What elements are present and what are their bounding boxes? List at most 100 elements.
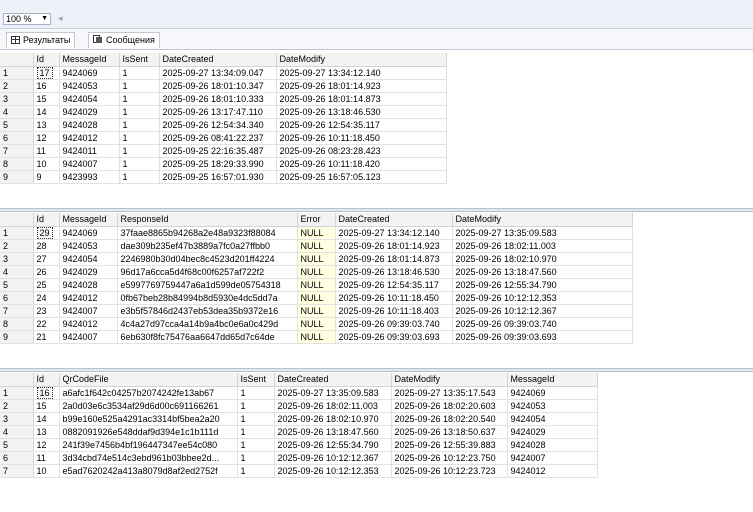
table-cell[interactable]: 2025-09-26 18:01:10.347 [159,79,277,93]
result-grid-2[interactable]: Id MessageId ResponseId Error DateCreate… [0,213,633,344]
table-cell[interactable]: 9424012 [59,131,120,145]
table-cell[interactable]: 9424007 [59,330,118,344]
table-cell[interactable]: 9424028 [59,278,118,292]
row-number[interactable]: 4 [0,265,34,279]
table-cell[interactable]: 2025-09-26 18:01:14.923 [276,79,447,93]
table-cell[interactable]: 0fb67beb28b84994b8d5930e4dc5dd7a [117,291,298,305]
table-cell[interactable]: 1 [119,105,160,119]
table-cell[interactable]: NULL [297,278,336,292]
row-number[interactable]: 5 [0,278,34,292]
row-number[interactable]: 6 [0,451,34,465]
table-cell[interactable]: 10 [33,464,60,478]
row-number[interactable]: 1 [0,66,34,80]
table-cell[interactable]: NULL [297,252,336,266]
table-cell[interactable]: 2025-09-26 09:39:03.740 [335,317,453,331]
table-cell[interactable]: 1 [119,92,160,106]
row-number[interactable]: 6 [0,291,34,305]
column-header[interactable]: DateCreated [159,53,277,67]
table-cell[interactable]: 1 [119,144,160,158]
table-cell[interactable]: 2025-09-26 12:54:35.117 [276,118,447,132]
table-cell[interactable]: 22 [33,317,60,331]
table-cell[interactable]: 9424053 [59,79,120,93]
table-cell[interactable]: 15 [33,92,60,106]
table-cell[interactable]: 9424012 [59,317,118,331]
table-row[interactable]: 3 14 b99e160e525a4291ac3314bf5bea2a20 1 … [0,412,598,426]
column-header[interactable]: Error [297,213,336,227]
table-cell[interactable]: 2025-09-26 09:39:03.740 [452,317,633,331]
table-cell[interactable]: b99e160e525a4291ac3314bf5bea2a20 [59,412,238,426]
row-number[interactable]: 4 [0,105,34,119]
table-cell[interactable]: 29 [33,226,60,240]
table-cell[interactable]: 25 [33,278,60,292]
table-cell[interactable]: 1 [237,425,275,439]
table-cell[interactable]: 23 [33,304,60,318]
table-cell[interactable]: 2025-09-26 09:39:03.693 [335,330,453,344]
row-number[interactable]: 8 [0,157,34,171]
table-cell[interactable]: NULL [297,304,336,318]
table-cell[interactable]: 1 [119,170,160,184]
table-cell[interactable]: 1 [237,386,275,400]
table-cell[interactable]: 2025-09-26 10:11:18.450 [276,131,447,145]
table-cell[interactable]: 9424012 [507,464,598,478]
table-cell[interactable]: 2025-09-26 18:01:14.873 [335,252,453,266]
row-number[interactable]: 1 [0,386,34,400]
table-cell[interactable]: 2025-09-27 13:34:12.140 [276,66,447,80]
table-cell[interactable]: 17 [33,66,60,80]
table-cell[interactable]: NULL [297,330,336,344]
table-row[interactable]: 1 29 9424069 37faae8865b94268a2e48a9323f… [0,226,633,240]
table-cell[interactable]: 9424069 [59,226,118,240]
table-cell[interactable]: 9423993 [59,170,120,184]
table-cell[interactable]: 2025-09-26 13:18:50.637 [391,425,508,439]
column-header[interactable]: IsSent [119,53,160,67]
row-number[interactable]: 9 [0,170,34,184]
table-cell[interactable]: 2025-09-26 13:17:47.110 [159,105,277,119]
table-cell[interactable]: 2025-09-26 18:02:11.003 [452,239,633,253]
column-header[interactable]: DateModify [276,53,447,67]
table-cell[interactable]: 9424007 [59,157,120,171]
table-row[interactable]: 7 11 9424011 1 2025-09-25 22:16:35.487 2… [0,144,447,158]
table-cell[interactable]: 2025-09-26 18:02:10.970 [452,252,633,266]
table-row[interactable]: 2 28 9424053 dae309b235ef47b3889a7fc0a27… [0,239,633,253]
table-cell[interactable]: 2025-09-27 13:35:17.543 [391,386,508,400]
column-header[interactable]: MessageId [507,373,598,387]
scroll-left-icon[interactable]: ◂ [58,13,63,24]
table-cell[interactable]: 9424029 [59,105,120,119]
table-cell[interactable]: 3d34cbd74e514c3ebd961b03bbee2d... [59,451,238,465]
table-cell[interactable]: 1 [237,399,275,413]
table-row[interactable]: 1 16 a6afc1f642c04257b2074242fe13ab67 1 … [0,386,598,400]
row-number[interactable]: 5 [0,438,34,452]
column-header[interactable]: Id [33,53,60,67]
column-header[interactable]: DateModify [391,373,508,387]
table-cell[interactable]: 9 [33,170,60,184]
row-number[interactable]: 2 [0,399,34,413]
table-cell[interactable]: 2a0d03e6c3534af29d6d00c691166261 [59,399,238,413]
table-cell[interactable]: 1 [119,66,160,80]
table-cell[interactable]: a6afc1f642c04257b2074242fe13ab67 [59,386,238,400]
table-cell[interactable]: 1 [237,451,275,465]
column-header[interactable]: DateCreated [335,213,453,227]
grid-corner[interactable] [0,373,34,387]
table-cell[interactable]: 2025-09-26 18:01:14.873 [276,92,447,106]
table-cell[interactable]: 13 [33,425,60,439]
table-cell[interactable]: 2025-09-26 18:01:10.333 [159,92,277,106]
table-cell[interactable]: 9424054 [507,412,598,426]
table-cell[interactable]: NULL [297,265,336,279]
column-header[interactable]: QrCodeFile [59,373,238,387]
table-cell[interactable]: 2025-09-27 13:34:12.140 [335,226,453,240]
result-grid-3[interactable]: Id QrCodeFile IsSent DateCreated DateMod… [0,373,598,478]
table-cell[interactable]: 11 [33,144,60,158]
table-cell[interactable]: NULL [297,239,336,253]
table-cell[interactable]: 2025-09-26 10:11:18.420 [276,157,447,171]
column-header[interactable]: Id [33,213,60,227]
table-cell[interactable]: 2025-09-25 22:16:35.487 [159,144,277,158]
row-number[interactable]: 1 [0,226,34,240]
table-cell[interactable]: 2025-09-26 10:12:12.367 [274,451,392,465]
row-number[interactable]: 9 [0,330,34,344]
table-row[interactable]: 3 15 9424054 1 2025-09-26 18:01:10.333 2… [0,92,447,106]
table-cell[interactable]: 9424011 [59,144,120,158]
table-row[interactable]: 8 22 9424012 4c4a27d97cca4a14b9a4bc0e6a0… [0,317,633,331]
table-cell[interactable]: 37faae8865b94268a2e48a9323f88084 [117,226,298,240]
table-cell[interactable]: 2025-09-26 13:18:47.560 [274,425,392,439]
table-cell[interactable]: 21 [33,330,60,344]
table-row[interactable]: 4 14 9424029 1 2025-09-26 13:17:47.110 2… [0,105,447,119]
